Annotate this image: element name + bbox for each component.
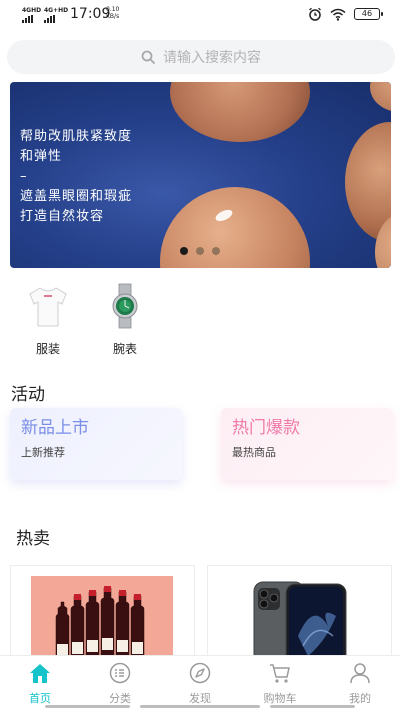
banner-sphere	[160, 187, 310, 268]
tab-category[interactable]: 分类	[90, 662, 150, 706]
cart-icon	[270, 664, 290, 683]
search-placeholder: 请输入搜索内容	[163, 50, 261, 66]
category-clothing[interactable]: 服装	[18, 282, 78, 357]
search-icon	[141, 50, 155, 64]
signal-bars-icon	[44, 15, 55, 23]
network-speed: 0.10 KB/s	[106, 6, 119, 20]
card-title: 新品上市	[21, 418, 89, 438]
status-right-group: 46	[308, 7, 383, 21]
category-row: 服装 腕表	[0, 282, 400, 357]
tab-home[interactable]: 首页	[10, 662, 70, 706]
pagination-dot-2[interactable]	[196, 247, 204, 255]
pagination-dot-3[interactable]	[212, 247, 220, 255]
battery-indicator: 46	[354, 8, 383, 20]
watch-icon	[112, 283, 138, 329]
tab-label: 首页	[29, 692, 51, 705]
search-bar[interactable]: 请输入搜索内容	[7, 40, 395, 74]
tab-discover[interactable]: 发现	[170, 662, 230, 706]
gesture-indicator	[140, 705, 260, 708]
banner-line: 打造自然妆容	[20, 209, 105, 224]
card-subtitle: 最热商品	[232, 446, 276, 459]
network-speed-value: 0.10	[106, 6, 120, 13]
product-card-wine[interactable]	[10, 565, 195, 665]
phone-image	[253, 581, 347, 664]
tab-label: 购物车	[263, 692, 297, 705]
wifi-icon	[330, 8, 346, 21]
alarm-icon	[309, 7, 321, 21]
hot-items-card[interactable]: 热门爆款 最热商品	[221, 408, 393, 480]
banner-line: 帮助改肌肤紧致度	[20, 129, 133, 144]
category-list-icon	[109, 662, 131, 684]
network-speed-unit: KB/s	[106, 13, 120, 20]
activity-section-title: 活动	[11, 385, 45, 405]
signal-indicator-1: 4GHD	[22, 8, 41, 23]
product-card-phone[interactable]	[207, 565, 392, 665]
status-time: 17:09	[70, 6, 111, 22]
tab-cart[interactable]: 购物车	[250, 662, 310, 706]
tshirt-icon	[29, 287, 67, 327]
signal-indicator-2: 4G+HD	[44, 8, 68, 23]
banner-sphere	[170, 82, 310, 142]
signal-2-label: 4G+HD	[44, 7, 69, 14]
banner-sphere	[370, 82, 391, 112]
hot-section-title: 热卖	[16, 529, 50, 549]
new-arrivals-card[interactable]: 新品上市 上新推荐	[10, 408, 182, 480]
tab-label: 发现	[189, 692, 211, 705]
banner-line: 遮盖黑眼圈和瑕疵	[20, 189, 133, 204]
category-label: 腕表	[112, 342, 137, 356]
tab-label: 分类	[109, 692, 131, 705]
gesture-indicator	[270, 705, 355, 708]
wine-bottles-image	[31, 576, 173, 664]
status-bar: 4GHD 4G+HD 17:09 0.10 KB/s 46	[0, 0, 400, 30]
gesture-indicator	[45, 705, 130, 708]
card-title: 热门爆款	[232, 418, 300, 438]
banner-line: 和弹性	[20, 149, 63, 164]
tab-profile[interactable]: 我的	[330, 662, 390, 706]
category-label: 服装	[35, 342, 60, 356]
home-icon	[30, 664, 50, 683]
banner-pagination	[180, 247, 220, 255]
bottom-tab-bar: 首页 分类 发现 购物车 我的	[0, 655, 400, 710]
card-subtitle: 上新推荐	[21, 446, 65, 459]
promo-banner[interactable]: 帮助改肌肤紧致度 和弹性 – 遮盖黑眼圈和瑕疵 打造自然妆容	[10, 82, 391, 268]
user-icon	[350, 663, 370, 684]
tab-label: 我的	[349, 692, 371, 705]
pagination-dot-1[interactable]	[180, 247, 188, 255]
category-watch[interactable]: 腕表	[95, 282, 155, 357]
banner-line: –	[20, 169, 28, 184]
banner-copy: 帮助改肌肤紧致度 和弹性 – 遮盖黑眼圈和瑕疵 打造自然妆容	[20, 127, 132, 227]
compass-icon	[189, 662, 211, 684]
signal-bars-icon	[22, 15, 33, 23]
signal-1-label: 4GHD	[22, 7, 42, 14]
